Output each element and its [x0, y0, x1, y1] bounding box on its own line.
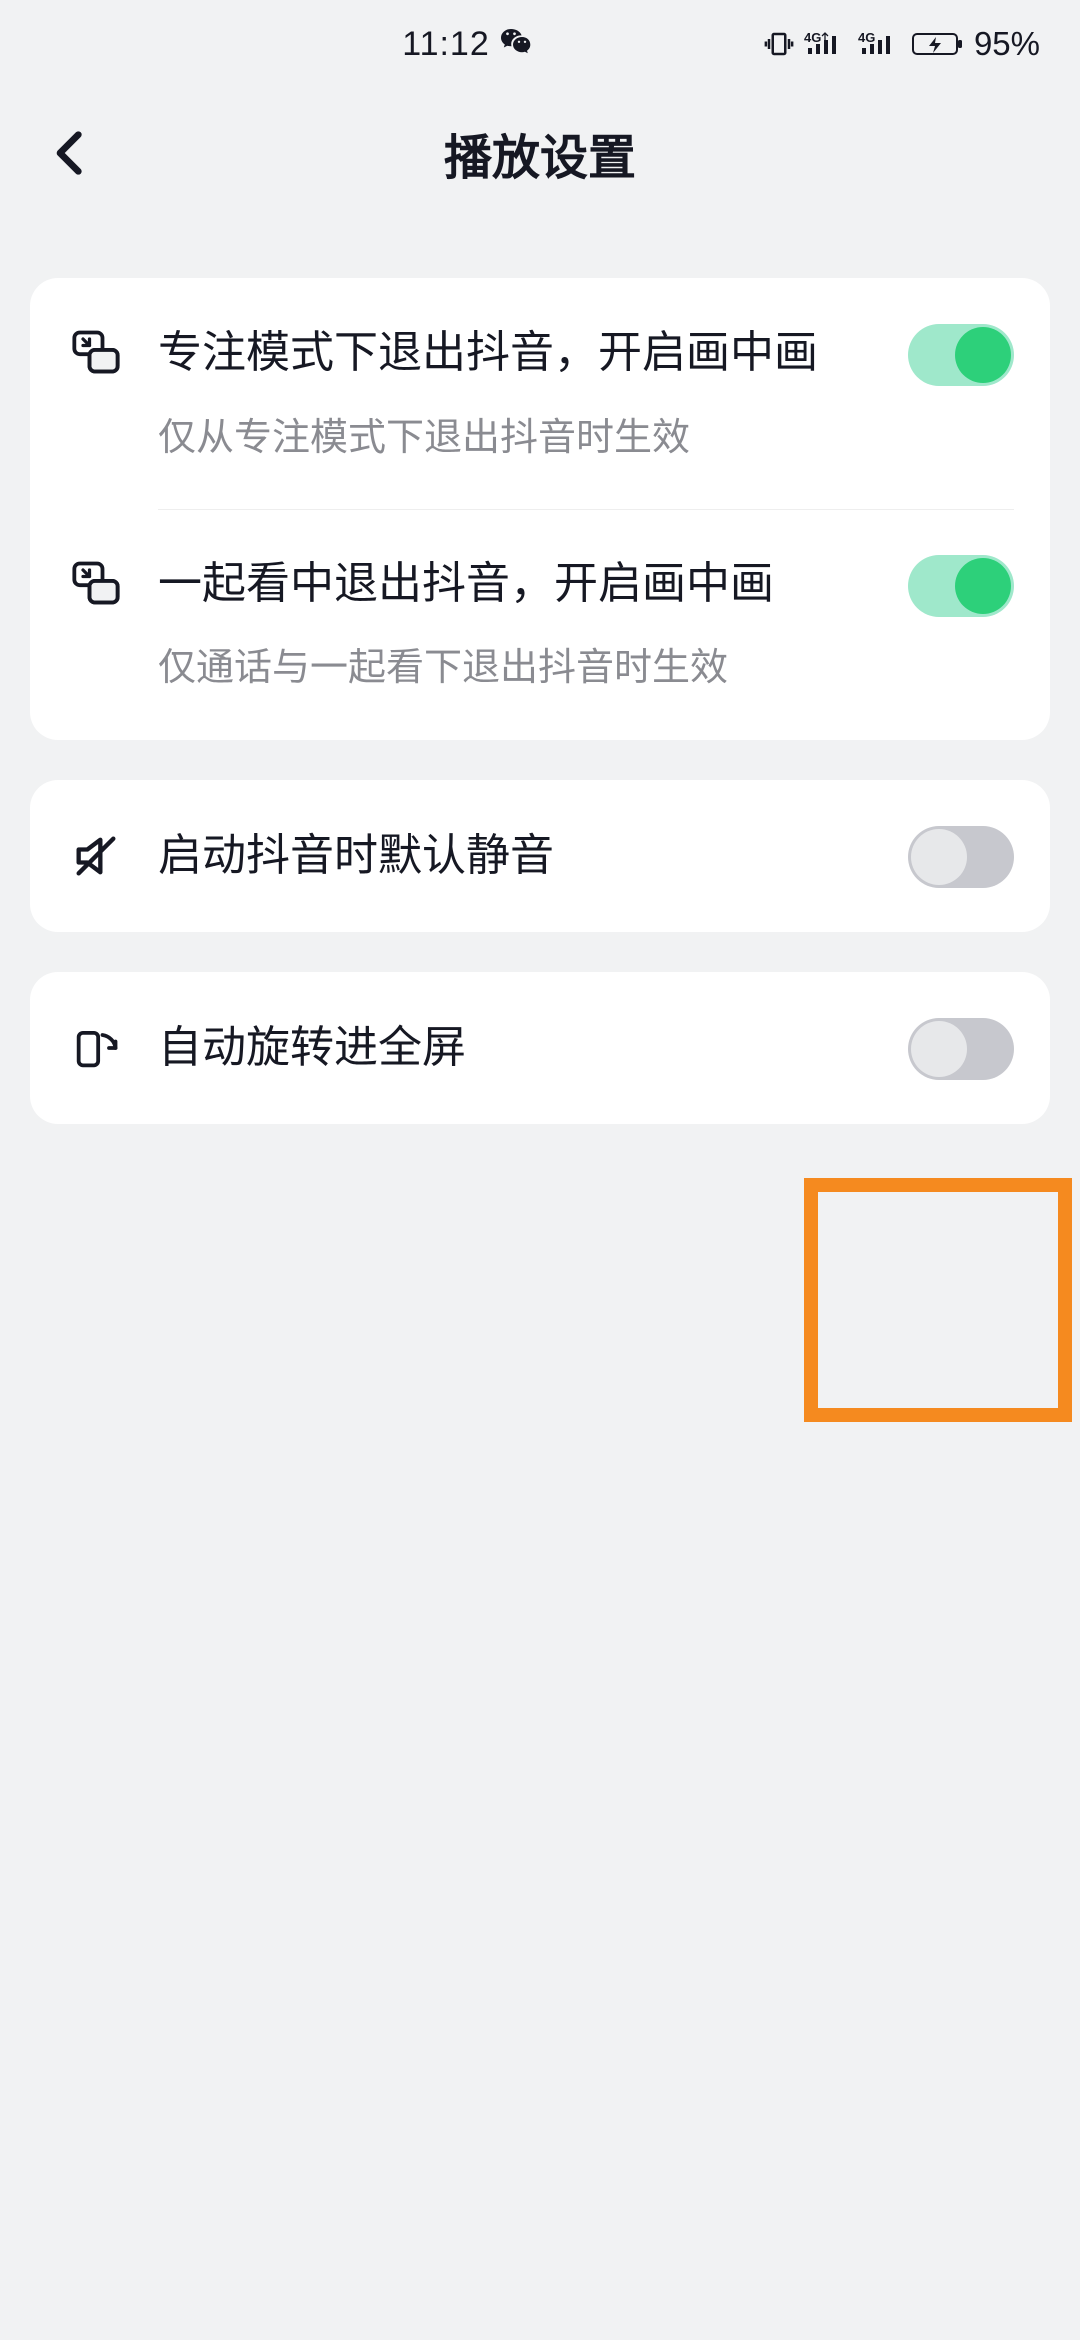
pip-icon	[66, 553, 126, 609]
svg-text:4G: 4G	[858, 30, 875, 45]
toggle-pip-watch-together[interactable]	[908, 555, 1014, 617]
wechat-icon	[500, 25, 532, 64]
annotation-highlight	[804, 1178, 1072, 1422]
settings-group-mute: 启动抖音时默认静音	[30, 780, 1050, 932]
rotate-icon	[66, 1022, 126, 1074]
setting-label: 自动旋转进全屏	[158, 1017, 876, 1079]
setting-sublabel: 仅通话与一起看下退出抖音时生效	[158, 642, 876, 695]
signal-4g-icon-2: 4G	[858, 30, 902, 58]
vibrate-icon	[764, 29, 794, 59]
page-title: 播放设置	[0, 118, 1080, 188]
setting-label: 一起看中退出抖音，开启画中画	[158, 553, 876, 615]
setting-row-auto-rotate: 自动旋转进全屏	[30, 972, 1050, 1124]
toggle-pip-focus[interactable]	[908, 324, 1014, 386]
status-bar: 11:12 4G 4G 95%	[0, 0, 1080, 88]
battery-percentage: 95%	[974, 25, 1040, 63]
setting-label: 启动抖音时默认静音	[158, 825, 876, 887]
settings-group-pip: 专注模式下退出抖音，开启画中画 仅从专注模式下退出抖音时生效 一起看中退出抖音，…	[30, 278, 1050, 740]
back-button[interactable]	[40, 123, 100, 183]
settings-group-rotate: 自动旋转进全屏	[30, 972, 1050, 1124]
signal-4g-icon-1: 4G	[804, 30, 848, 58]
setting-row-pip-watch-together: 一起看中退出抖音，开启画中画 仅通话与一起看下退出抖音时生效	[30, 509, 1050, 740]
toggle-mute-on-launch[interactable]	[908, 826, 1014, 888]
pip-icon	[66, 322, 126, 378]
mute-icon	[66, 830, 126, 882]
header: 播放设置	[0, 88, 1080, 218]
svg-text:4G: 4G	[804, 30, 821, 45]
setting-label: 专注模式下退出抖音，开启画中画	[158, 322, 876, 384]
toggle-auto-rotate[interactable]	[908, 1018, 1014, 1080]
setting-row-mute-on-launch: 启动抖音时默认静音	[30, 780, 1050, 932]
status-time: 11:12	[402, 25, 490, 64]
setting-sublabel: 仅从专注模式下退出抖音时生效	[158, 412, 876, 465]
battery-charging-icon	[912, 31, 964, 57]
setting-row-pip-focus: 专注模式下退出抖音，开启画中画 仅从专注模式下退出抖音时生效	[30, 278, 1050, 509]
